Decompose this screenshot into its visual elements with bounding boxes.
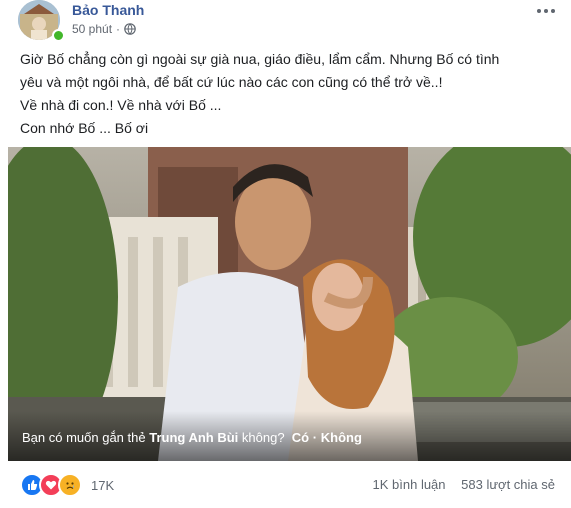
globe-icon[interactable]: [124, 23, 136, 35]
tag-no-link[interactable]: Không: [321, 430, 362, 445]
post-text-line: Con nhớ Bố ... Bố ơi: [20, 120, 149, 136]
post-meta: 50 phút ·: [72, 22, 136, 36]
reaction-count[interactable]: 17K: [91, 478, 114, 493]
meta-separator: ·: [116, 22, 121, 36]
tag-yes-link[interactable]: Có: [292, 430, 309, 445]
tag-suggestion: Bạn có muốn gắn thẻ Trung Anh Bùi không?…: [22, 430, 362, 445]
comment-count[interactable]: 1K bình luận: [373, 477, 446, 492]
post-header: Bảo Thanh 50 phút ·: [18, 0, 558, 44]
author-name[interactable]: Bảo Thanh: [72, 2, 144, 18]
post-photo[interactable]: Bạn có muốn gắn thẻ Trung Anh Bùi không?…: [8, 147, 571, 461]
tag-prompt-prefix: Bạn có muốn gắn thẻ: [22, 430, 146, 445]
engagement-stats: 1K bình luận 583 lượt chia sẻ: [361, 477, 555, 492]
more-options-icon[interactable]: [534, 4, 558, 18]
share-count[interactable]: 583 lượt chia sẻ: [461, 477, 555, 492]
tag-dot: ·: [312, 430, 318, 445]
tag-person-name: Trung Anh Bùi: [149, 430, 239, 445]
post-text-line: Giờ Bố chẳng còn gì ngoài sự già nua, gi…: [20, 51, 500, 67]
post-text: Giờ Bố chẳng còn gì ngoài sự già nua, gi…: [20, 48, 555, 140]
sad-icon: [58, 473, 82, 497]
post-time[interactable]: 50 phút: [72, 22, 112, 36]
reactions-summary[interactable]: 17K: [20, 473, 114, 497]
post-text-line: Về nhà đi con.! Về nhà với Bố ...: [20, 97, 222, 113]
tag-prompt-suffix: không?: [241, 430, 285, 445]
online-status-indicator: [52, 29, 65, 42]
post-text-line: yêu và một ngôi nhà, để bất cứ lúc nào c…: [20, 74, 443, 90]
